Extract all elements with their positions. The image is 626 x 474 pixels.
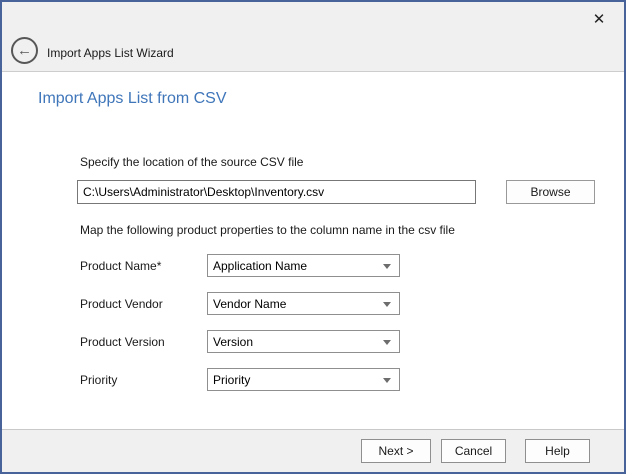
wizard-footer: Next > Cancel Help	[2, 429, 624, 472]
browse-button-label: Browse	[530, 185, 570, 199]
help-button[interactable]: Help	[525, 439, 590, 463]
back-arrow-icon: ←	[17, 43, 32, 58]
priority-dropdown-value: Priority	[213, 373, 250, 387]
help-button-label: Help	[545, 444, 570, 458]
product-version-dropdown-value: Version	[213, 335, 253, 349]
next-button[interactable]: Next >	[361, 439, 431, 463]
cancel-button-label: Cancel	[455, 444, 492, 458]
product-version-label: Product Version	[80, 335, 165, 349]
import-apps-wizard-window: ✕ ← Import Apps List Wizard Import Apps …	[0, 0, 626, 474]
chevron-down-icon	[383, 302, 391, 307]
wizard-title: Import Apps List Wizard	[47, 46, 174, 60]
next-button-label: Next >	[378, 444, 413, 458]
cancel-button[interactable]: Cancel	[441, 439, 506, 463]
close-icon: ✕	[593, 10, 606, 28]
wizard-header: ✕ ← Import Apps List Wizard	[2, 2, 624, 72]
page-title: Import Apps List from CSV	[38, 90, 227, 108]
product-name-label: Product Name*	[80, 259, 161, 273]
product-vendor-dropdown[interactable]: Vendor Name	[207, 292, 400, 315]
source-file-label: Specify the location of the source CSV f…	[80, 155, 303, 169]
close-button[interactable]: ✕	[588, 8, 610, 30]
product-name-dropdown[interactable]: Application Name	[207, 254, 400, 277]
chevron-down-icon	[383, 340, 391, 345]
back-button[interactable]: ←	[11, 37, 38, 64]
product-vendor-dropdown-value: Vendor Name	[213, 297, 286, 311]
product-vendor-label: Product Vendor	[80, 297, 163, 311]
product-name-dropdown-value: Application Name	[213, 259, 307, 273]
mapping-instructions-label: Map the following product properties to …	[80, 223, 455, 237]
chevron-down-icon	[383, 264, 391, 269]
csv-path-input[interactable]	[77, 180, 476, 204]
chevron-down-icon	[383, 378, 391, 383]
priority-dropdown[interactable]: Priority	[207, 368, 400, 391]
browse-button[interactable]: Browse	[506, 180, 595, 204]
priority-label: Priority	[80, 373, 117, 387]
product-version-dropdown[interactable]: Version	[207, 330, 400, 353]
